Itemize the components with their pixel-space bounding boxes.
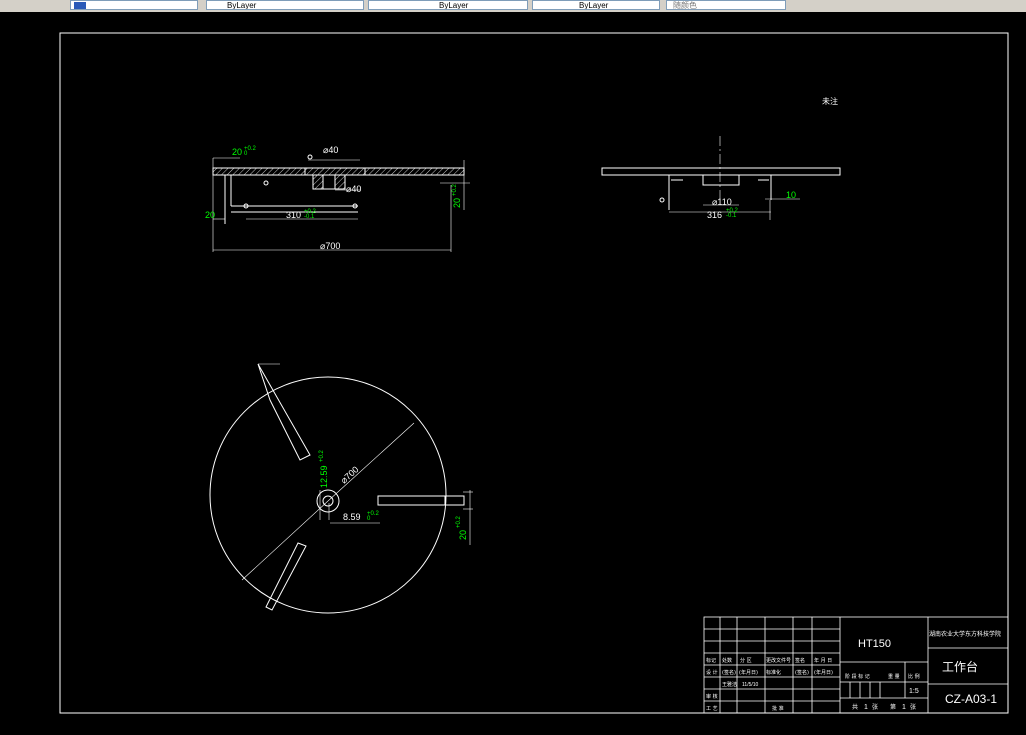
label-standard: 标准化 (766, 669, 781, 676)
label-date2: (年月日) (739, 669, 758, 676)
dim-slot-width: 20 (458, 530, 468, 540)
dim-keyway-h: 8.59 (343, 512, 361, 522)
linetype-value: ByLayer (439, 1, 469, 10)
label-process: 工 艺 (706, 706, 718, 712)
label-num-sheet: 张 (910, 703, 916, 711)
front-view-dimensions: 20 +0.2 0 ⌀40 ⌀40 20 310 +0.2 -0.1 20 +0… (205, 145, 462, 251)
side-view (601, 136, 841, 220)
dim-diameter: ⌀700 (339, 464, 361, 485)
side-view-dimensions: ⌀110 316 +0.2 -0.1 10 (707, 190, 796, 220)
material: HT150 (858, 638, 891, 650)
part-name: 工作台 (942, 659, 978, 674)
color-value: ByLayer (227, 1, 257, 10)
label-sign: 签名 (795, 657, 805, 664)
dim-slot: 310 (286, 210, 301, 220)
label-review: 审 核 (706, 693, 718, 700)
label-approve: 批 准 (772, 705, 784, 712)
dim-overall: ⌀700 (320, 241, 340, 251)
dim-gap: 10 (786, 190, 796, 200)
label-sign-name: (签名) (722, 669, 736, 676)
svg-text:-0.1: -0.1 (726, 213, 737, 219)
dim-slot-width-tol: +0.2 (456, 515, 462, 528)
drawing-number: CZ-A03-1 (945, 692, 997, 706)
dim-phi40-bottom: ⌀40 (346, 184, 361, 194)
dim-phi40-top: ⌀40 (323, 145, 338, 155)
label-stage: 阶 段 标 记 (845, 673, 870, 680)
label-date: 年 月 日 (814, 657, 832, 664)
dim-width: 316 (707, 210, 722, 220)
label-designer: 王雅洁 (722, 681, 737, 688)
dim-keyway-v: 12.59 (319, 465, 329, 488)
label-sheet: 张 (872, 703, 878, 711)
label-date-value: 11/5/10 (742, 682, 759, 688)
dim-hub: ⌀110 (712, 197, 732, 207)
lineweight-value: ByLayer (579, 1, 609, 10)
plan-view (209, 363, 473, 614)
title-block-text: HT150 湖南农业大学东方科技学院 工作台 CZ-A03-1 1:5 标记 处… (706, 630, 1001, 712)
dim-right: 20 (452, 198, 462, 208)
note-mark: 未注 (822, 96, 838, 106)
dim-left: 20 (205, 210, 215, 220)
label-sign2: (签名) (795, 669, 809, 676)
linetype-dropdown[interactable]: ByLayer (368, 0, 528, 10)
svg-text:-0.1: -0.1 (304, 214, 315, 220)
label-date3: (年月日) (814, 669, 833, 676)
label-change-doc: 更改文件号 (766, 657, 791, 664)
sheet-num: 1 (902, 704, 906, 711)
plotstyle-dropdown[interactable]: 随颜色 (666, 0, 786, 10)
color-dropdown[interactable]: ByLayer (206, 0, 364, 10)
label-total: 共 (852, 703, 858, 711)
label-mark: 标记 (706, 657, 716, 664)
plotstyle-value: 随颜色 (673, 1, 697, 10)
layer-icon (74, 2, 86, 9)
label-count: 处数 (722, 657, 732, 664)
lineweight-dropdown[interactable]: ByLayer (532, 0, 660, 10)
sheet-total: 1 (864, 704, 868, 711)
dim-keyway-v-tol: +0.2 (319, 449, 325, 462)
label-ratio: 比 例 (908, 673, 920, 680)
dim-top-left: 20 (232, 147, 242, 157)
label-zone: 分 区 (740, 657, 752, 664)
front-view (212, 154, 470, 252)
label-num: 第 (890, 703, 896, 711)
label-weight: 重 量 (888, 673, 900, 680)
school-name: 湖南农业大学东方科技学院 (929, 630, 1001, 638)
label-design: 设 计 (706, 669, 718, 676)
scale: 1:5 (909, 688, 919, 695)
dim-right-tol: +0.2 (452, 183, 458, 196)
drawing-canvas[interactable]: 未注 20 +0.2 0 ⌀40 ⌀40 20 310 +0.2 -0.1 20… (0, 12, 1026, 730)
layer-dropdown[interactable] (70, 0, 198, 10)
drawing-border (59, 32, 1009, 714)
cad-drawing: 未注 20 +0.2 0 ⌀40 ⌀40 20 310 +0.2 -0.1 20… (59, 32, 1009, 714)
